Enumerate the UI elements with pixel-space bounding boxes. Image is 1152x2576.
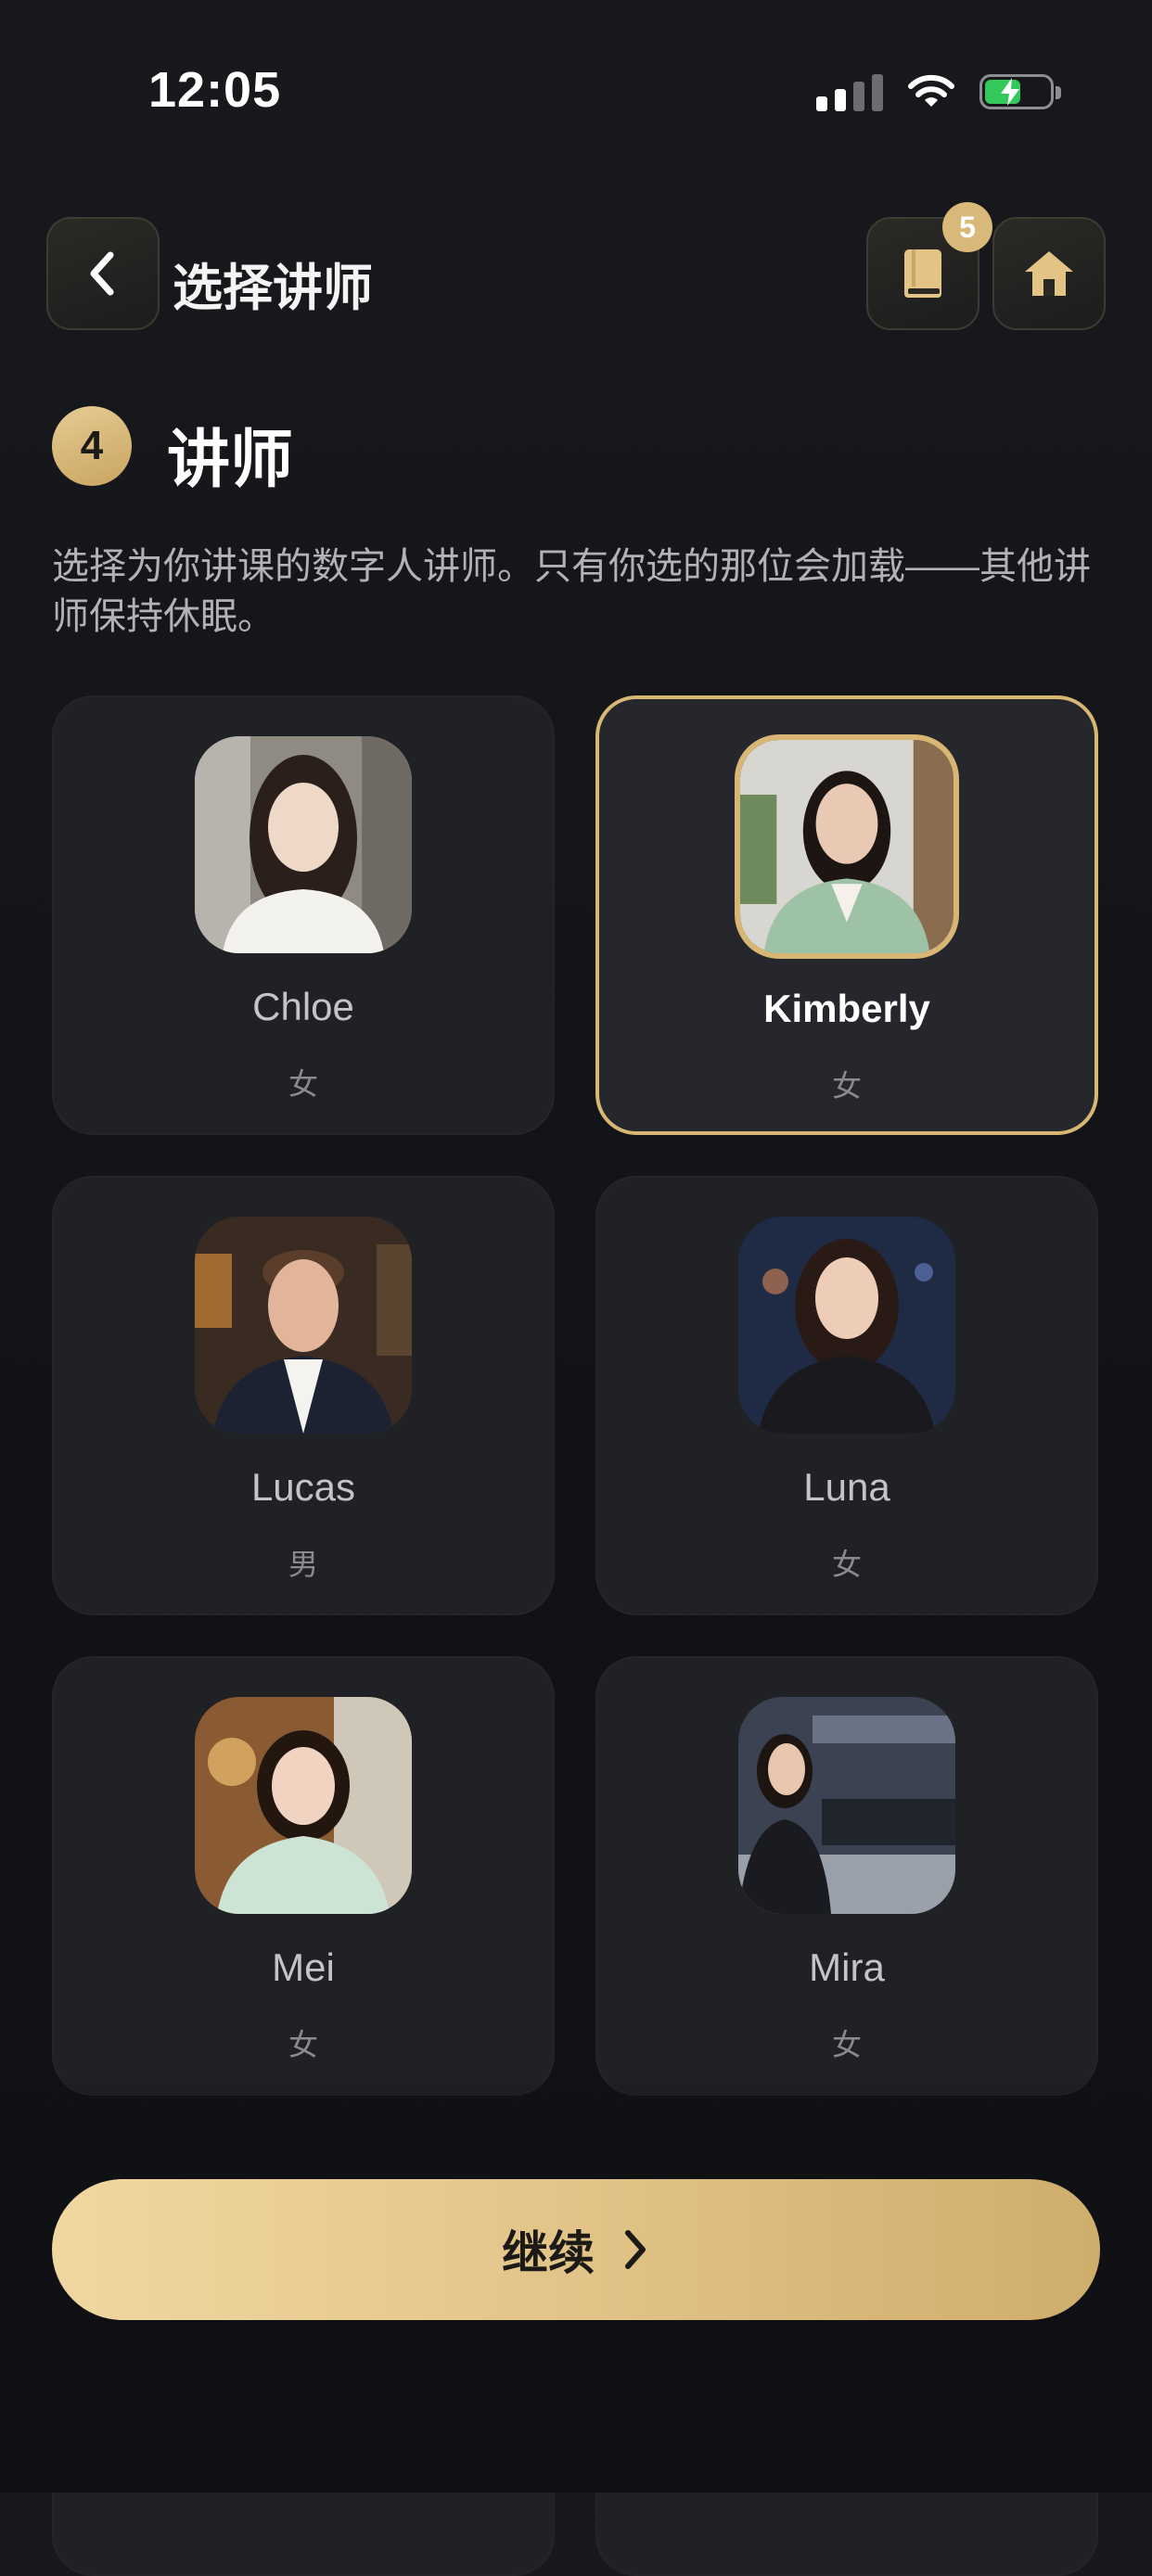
book-icon [904, 249, 941, 298]
chevron-right-icon [625, 2230, 646, 2269]
cellular-signal-icon [816, 72, 883, 111]
lecturer-avatar [738, 1697, 955, 1914]
page-title: 选择讲师 [173, 261, 373, 316]
lecturer-gender: 女 [288, 1067, 318, 1101]
lecturer-name: Mira [809, 1945, 885, 1989]
lecturer-card-mei[interactable]: Mei 女 [52, 1656, 555, 2096]
wifi-icon [908, 74, 954, 107]
lecturer-name: Chloe [252, 985, 354, 1028]
lecturer-avatar [738, 1217, 955, 1434]
section-description: 选择为你讲课的数字人讲师。只有你选的那位会加载——其他讲师保持休眠。 [52, 546, 1091, 637]
status-time: 12:05 [148, 62, 282, 118]
lecturer-gender: 男 [288, 1548, 318, 1581]
chevron-left-icon [90, 251, 114, 296]
lecturer-avatar [735, 734, 959, 959]
lecturer-name: Luna [803, 1465, 890, 1509]
section-title: 讲师 [167, 425, 294, 495]
status-icons [816, 72, 1061, 111]
lecturer-card-luna[interactable]: Luna 女 [595, 1176, 1098, 1615]
lecturer-name: Lucas [250, 1465, 356, 1509]
lecturer-avatar [195, 1697, 412, 1914]
lecturer-gender: 女 [831, 2028, 862, 2061]
lecturer-card-kimberly[interactable]: Kimberly 女 [595, 695, 1098, 1135]
home-icon [1025, 251, 1073, 296]
battery-icon [979, 74, 1061, 109]
lecturer-name: Mei [272, 1945, 335, 1989]
lecturer-gender: 女 [831, 1548, 862, 1581]
book-count-badge: 5 [942, 202, 992, 252]
back-button[interactable] [46, 217, 160, 330]
lecturer-card-chloe[interactable]: Chloe 女 [52, 695, 555, 1135]
step-number-badge: 4 [52, 406, 132, 486]
continue-label: 继续 [502, 2227, 595, 2279]
lecturer-avatar [195, 736, 412, 953]
lecturer-card-mira[interactable]: Mira 女 [595, 1656, 1098, 2096]
lecturer-card-lucas[interactable]: Lucas 男 [52, 1176, 555, 1615]
lecturer-gender: 女 [831, 1069, 862, 1103]
home-button[interactable] [992, 217, 1106, 330]
lecturer-name: Kimberly [763, 987, 930, 1030]
lecturer-gender: 女 [288, 2028, 318, 2061]
continue-button[interactable]: 继续 [52, 2179, 1100, 2320]
lecturer-avatar [195, 1217, 412, 1434]
